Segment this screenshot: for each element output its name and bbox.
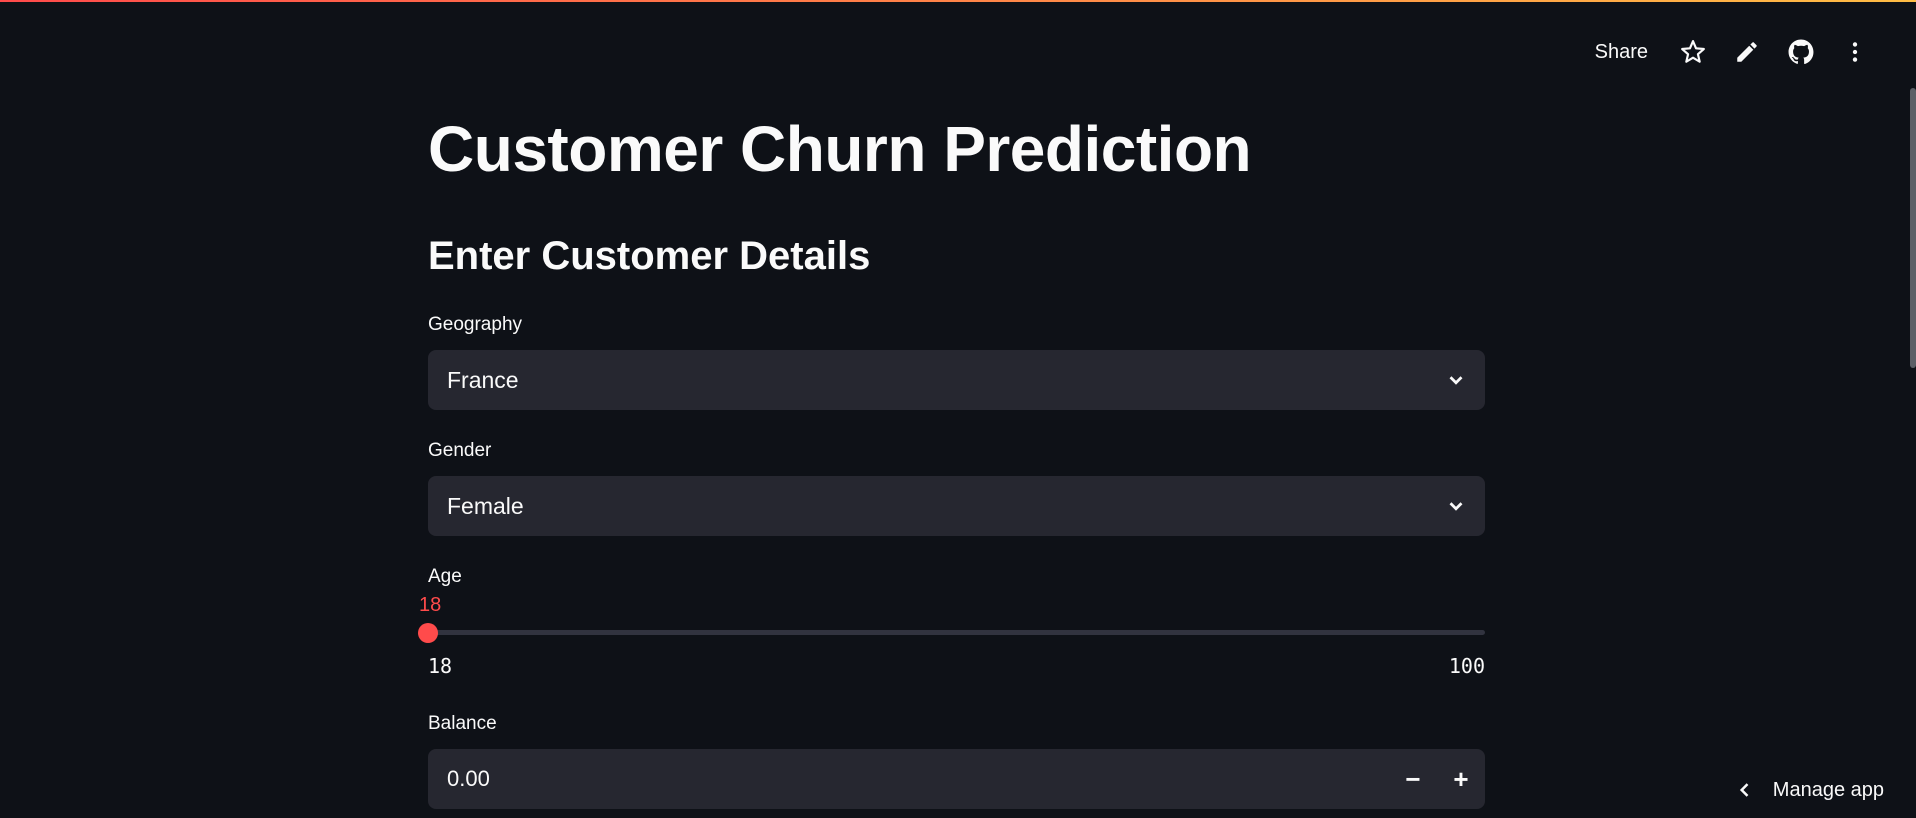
scrollbar[interactable] [1910, 88, 1916, 368]
section-heading: Enter Customer Details [428, 234, 871, 278]
geography-selected-value: France [447, 366, 519, 393]
gender-label: Gender [428, 440, 492, 461]
geography-select[interactable]: France [428, 350, 1485, 410]
age-label: Age [428, 566, 462, 587]
gender-select[interactable]: Female [428, 476, 1485, 536]
age-slider-track[interactable] [428, 630, 1485, 635]
chevron-left-icon [1739, 783, 1749, 797]
balance-increment-button[interactable]: + [1437, 749, 1485, 809]
age-slider-min: 18 [428, 654, 453, 678]
balance-number-input: − + [428, 749, 1485, 809]
balance-label: Balance [428, 713, 497, 734]
share-button[interactable]: Share [1595, 41, 1648, 64]
age-slider-value: 18 [419, 594, 442, 616]
app-toolbar: Share [1595, 34, 1882, 70]
github-icon[interactable] [1774, 34, 1828, 70]
edit-icon[interactable] [1720, 34, 1774, 70]
manage-app-button[interactable]: Manage app [1735, 772, 1884, 808]
age-slider-thumb[interactable] [418, 623, 438, 643]
chevron-down-icon [1449, 376, 1463, 385]
header-decoration-bar [0, 0, 1916, 2]
age-slider-max: 100 [1448, 654, 1485, 678]
geography-label: Geography [428, 314, 523, 335]
balance-decrement-button[interactable]: − [1389, 749, 1437, 809]
star-icon[interactable] [1666, 34, 1720, 70]
page-title: Customer Churn Prediction [428, 113, 1252, 185]
gender-selected-value: Female [447, 492, 524, 519]
more-vertical-icon[interactable] [1828, 34, 1882, 70]
manage-app-label: Manage app [1772, 778, 1884, 801]
chevron-down-icon [1449, 502, 1463, 511]
balance-input[interactable] [428, 749, 1389, 809]
